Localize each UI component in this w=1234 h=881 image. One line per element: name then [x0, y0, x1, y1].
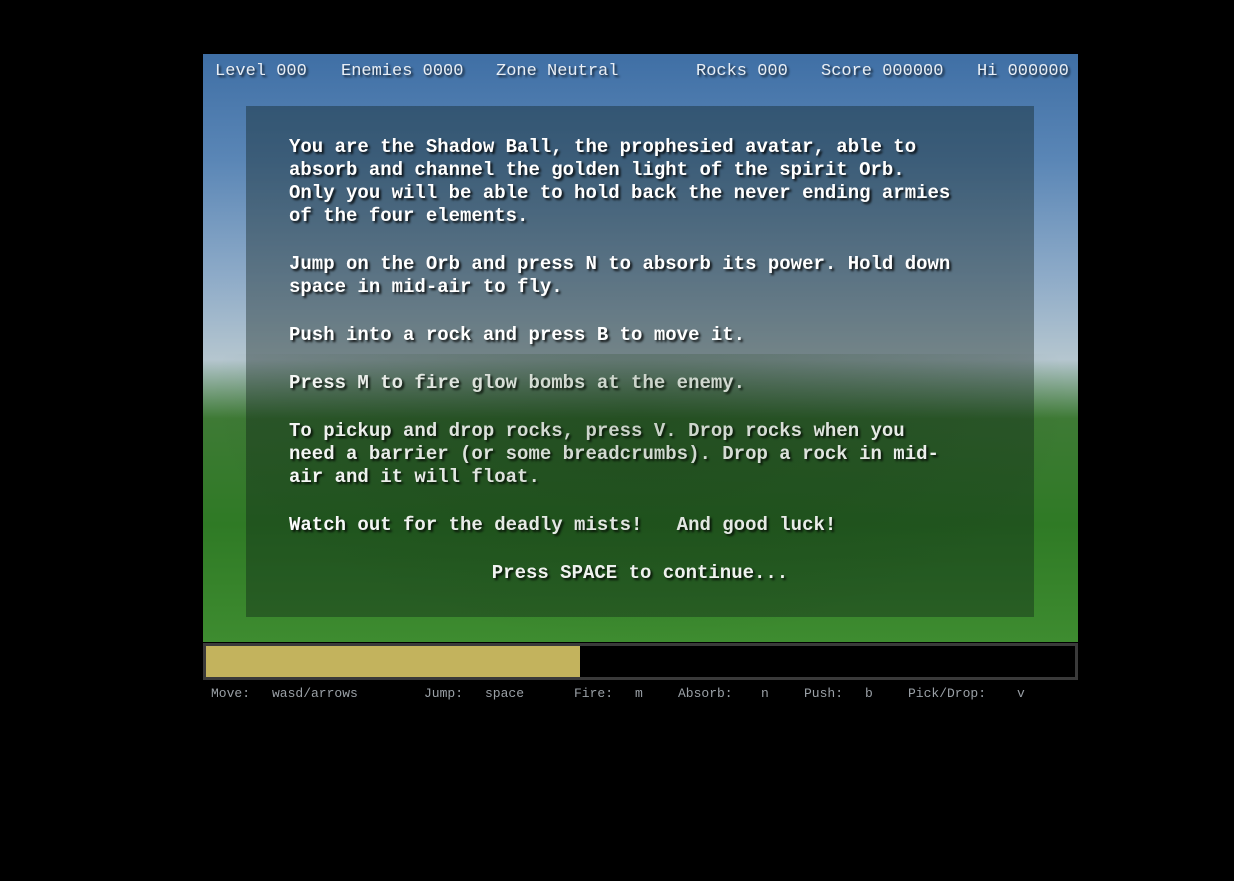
intro-message: You are the Shadow Ball, the prophesied …: [289, 136, 1009, 562]
controls-jump-label: Jump:: [424, 686, 464, 701]
controls-absorb-key: n: [761, 686, 769, 701]
hud-score: Score 000000: [821, 62, 944, 81]
controls-push-key: b: [865, 686, 873, 701]
hud-zone: Zone Neutral: [496, 62, 619, 81]
hud-bar: Level 000 Enemies 0000 Zone Neutral Rock…: [203, 62, 1078, 82]
power-bar: [203, 643, 1078, 680]
hud-rocks: Rocks 000: [696, 62, 788, 81]
controls-absorb-label: Absorb:: [678, 686, 733, 701]
controls-pick-key: v: [1017, 686, 1025, 701]
game-viewport[interactable]: Level 000 Enemies 0000 Zone Neutral Rock…: [203, 54, 1078, 642]
intro-paragraph-push: Push into a rock and press B to move it.: [289, 324, 746, 346]
controls-pick-label: Pick/Drop:: [908, 686, 987, 701]
intro-paragraph-rocks: To pickup and drop rocks, press V. Drop …: [289, 420, 939, 488]
continue-prompt[interactable]: Press SPACE to continue...: [246, 562, 1034, 584]
controls-jump-key: space: [485, 686, 525, 701]
hud-hi-score: Hi 000000: [977, 62, 1069, 81]
intro-paragraph-absorb: Jump on the Orb and press N to absorb it…: [289, 253, 951, 298]
hud-level: Level 000: [215, 62, 307, 81]
controls-move-label: Move:: [211, 686, 251, 701]
intro-panel: You are the Shadow Ball, the prophesied …: [246, 106, 1034, 617]
controls-fire-label: Fire:: [574, 686, 614, 701]
intro-paragraph-warning: Watch out for the deadly mists! And good…: [289, 514, 837, 536]
controls-fire-key: m: [635, 686, 643, 701]
power-bar-fill: [206, 646, 580, 677]
intro-paragraph-fire: Press M to fire glow bombs at the enemy.: [289, 372, 746, 394]
controls-legend: Move: wasd/arrows Jump: space Fire: m Ab…: [0, 686, 1234, 701]
controls-push-label: Push:: [804, 686, 844, 701]
intro-paragraph-story: You are the Shadow Ball, the prophesied …: [289, 136, 951, 227]
controls-move-key: wasd/arrows: [272, 686, 358, 701]
hud-enemies: Enemies 0000: [341, 62, 464, 81]
